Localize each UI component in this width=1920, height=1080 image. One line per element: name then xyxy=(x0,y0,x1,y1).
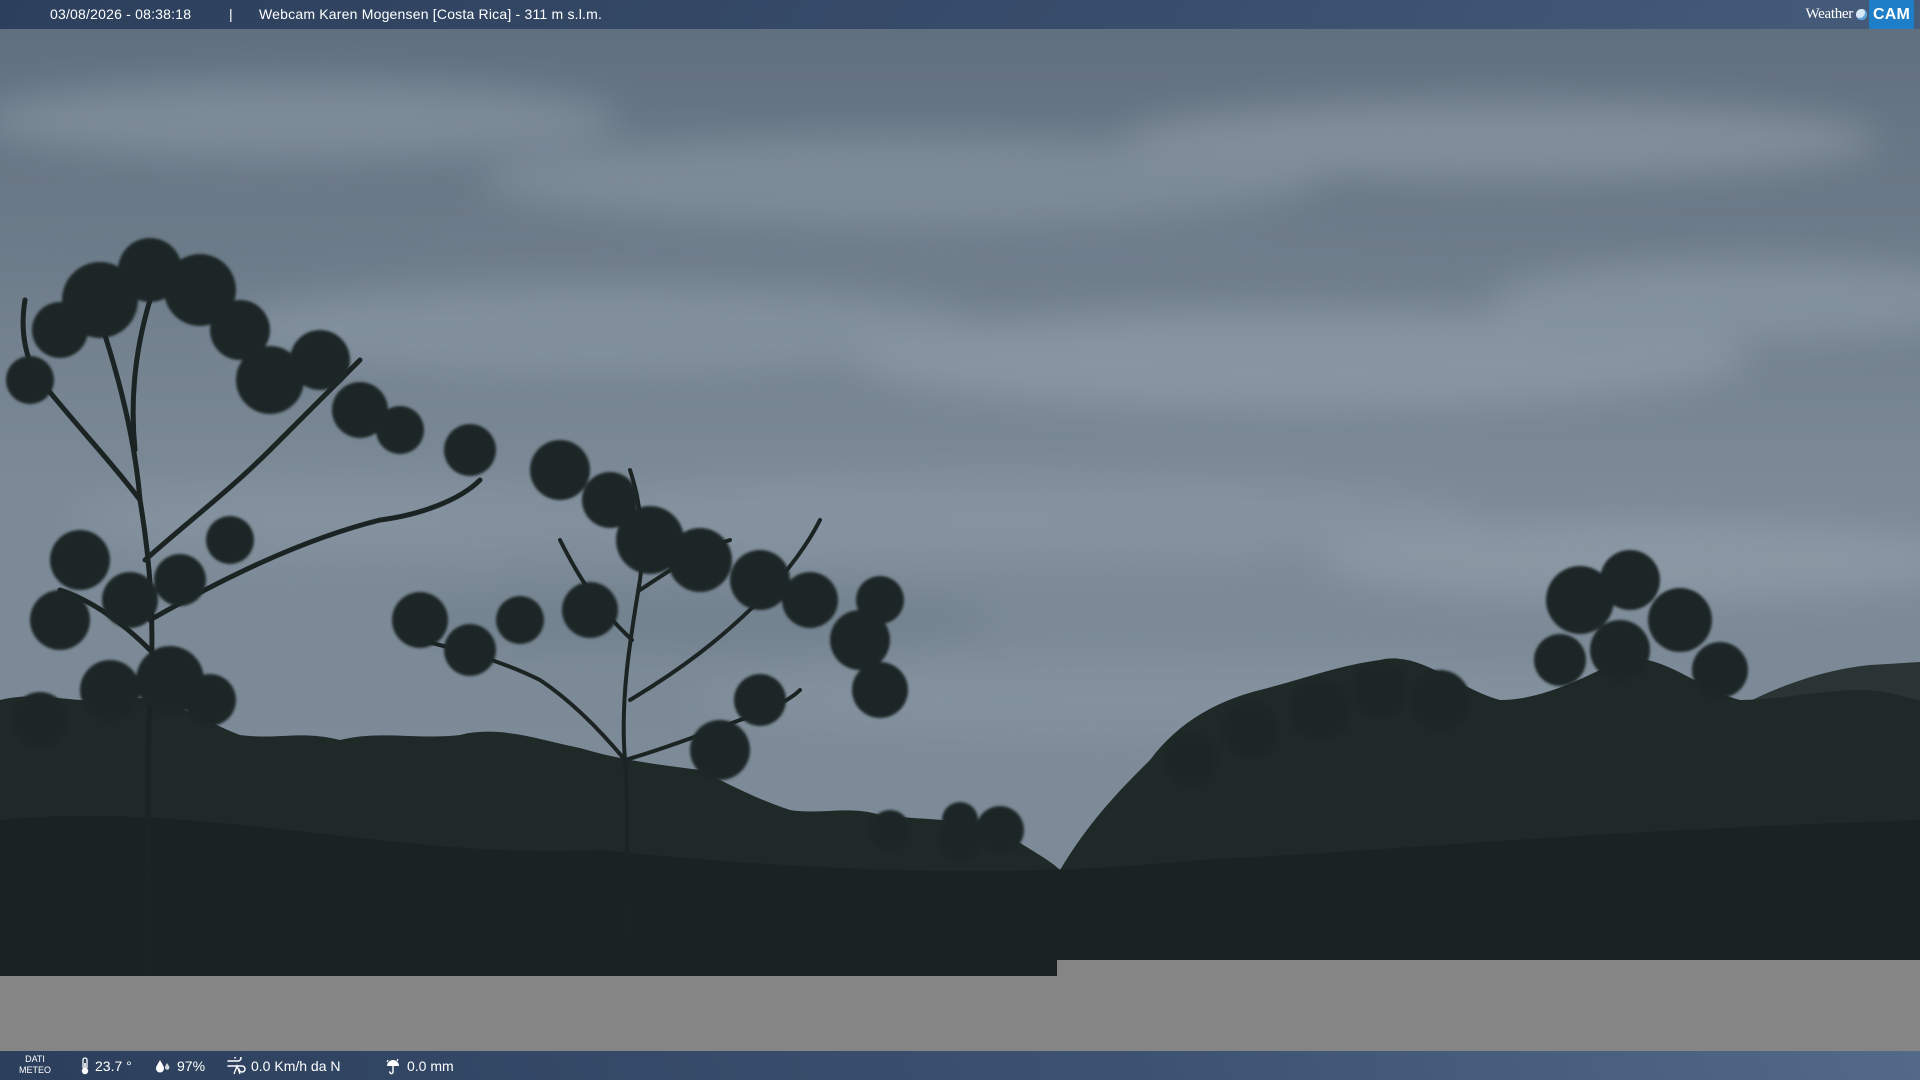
logo-globe-icon xyxy=(1855,9,1867,20)
humidity-icon xyxy=(156,1059,170,1072)
logo-word: Weather xyxy=(1805,6,1853,22)
webcam-frame: 03/08/2026 - 08:38:18 | Webcam Karen Mog… xyxy=(0,0,1920,1080)
wind-value: 0.0 Km/h da N xyxy=(251,1057,341,1074)
temperature-value: 23.7 ° xyxy=(95,1057,132,1074)
grey-overlay-right xyxy=(1057,960,1920,1051)
humidity-value: 97% xyxy=(177,1057,206,1074)
weather-data-bar: DATI METEO 23.7 ° 97% 0.0 Km/h da N 0.0 … xyxy=(0,1051,1920,1080)
weather-data-label-line2: METEO xyxy=(18,1065,51,1075)
title-separator: | xyxy=(229,6,233,22)
temperature-metric: 23.7 ° xyxy=(80,1051,132,1080)
thermometer-icon xyxy=(81,1056,89,1074)
timestamp: 03/08/2026 - 08:38:18 xyxy=(50,6,192,22)
wind-icon xyxy=(227,1056,246,1074)
logo-cam: CAM xyxy=(1868,0,1914,29)
weather-data-label: DATI METEO xyxy=(18,1054,52,1076)
rain-value: 0.0 mm xyxy=(407,1057,454,1074)
rain-icon xyxy=(386,1058,399,1074)
wind-metric: 0.0 Km/h da N xyxy=(226,1051,341,1080)
weathercam-logo: Weather CAM xyxy=(1805,0,1914,29)
webcam-title: Webcam Karen Mogensen [Costa Rica] - 311… xyxy=(259,6,603,22)
top-info-bar: 03/08/2026 - 08:38:18 | Webcam Karen Mog… xyxy=(0,0,1920,29)
webcam-photo xyxy=(0,0,1920,1080)
rain-metric: 0.0 mm xyxy=(384,1051,454,1080)
weather-data-label-line1: DATI xyxy=(25,1054,45,1064)
grey-overlay-left xyxy=(0,976,1057,1051)
humidity-metric: 97% xyxy=(154,1051,205,1080)
